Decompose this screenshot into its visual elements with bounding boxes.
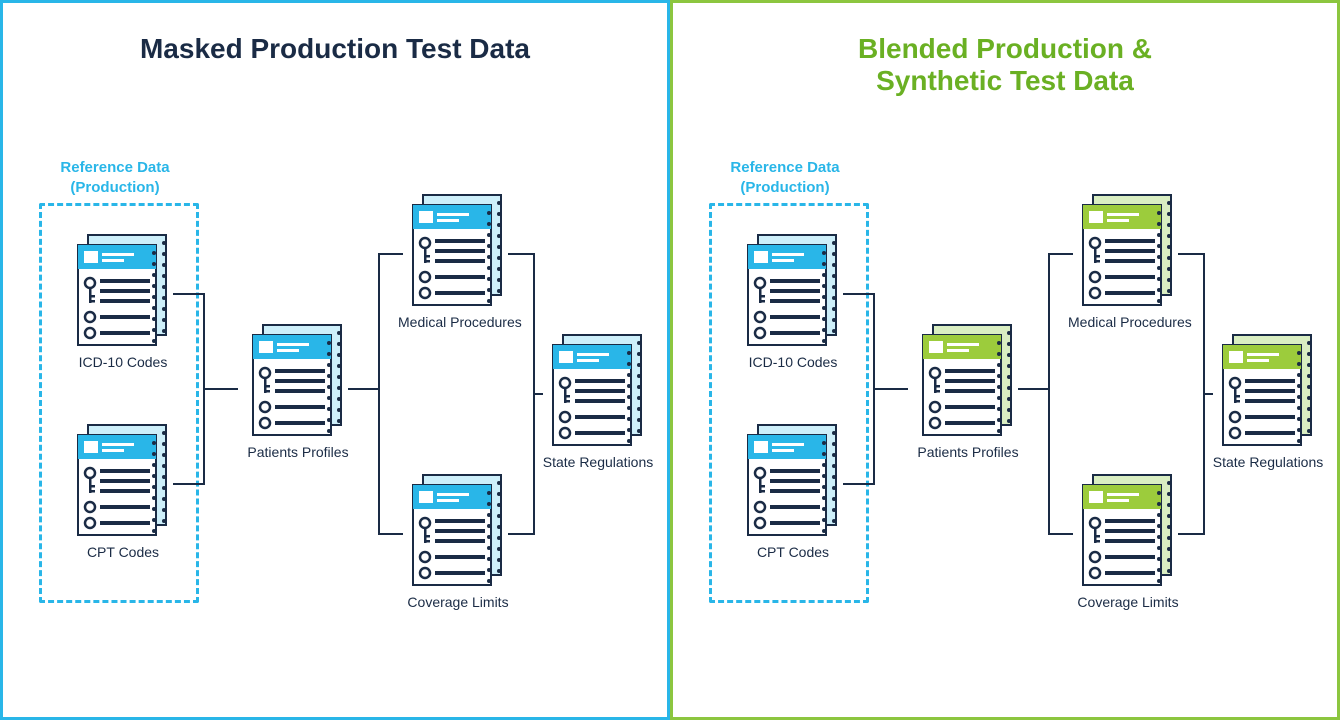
document-icon <box>1068 193 1188 308</box>
node-state-regulations: State Regulations <box>1208 333 1328 470</box>
node-label: Coverage Limits <box>398 594 518 610</box>
panel-title: Blended Production &Synthetic Test Data <box>693 33 1317 97</box>
document-icon <box>398 473 518 588</box>
node-label: Medical Procedures <box>398 314 518 330</box>
reference-data-label: Reference Data(Production) <box>715 158 855 197</box>
node-label: State Regulations <box>538 454 658 470</box>
document-icon <box>1208 333 1328 448</box>
node-icd-10-codes: ICD-10 Codes <box>63 233 183 370</box>
document-icon <box>733 423 853 538</box>
node-label: State Regulations <box>1208 454 1328 470</box>
connector <box>203 388 238 390</box>
document-icon <box>63 233 183 348</box>
node-label: ICD-10 Codes <box>733 354 853 370</box>
document-icon <box>1068 473 1188 588</box>
node-patients-profiles: Patients Profiles <box>908 323 1028 460</box>
node-label: ICD-10 Codes <box>63 354 183 370</box>
node-cpt-codes: CPT Codes <box>63 423 183 560</box>
panel-title: Masked Production Test Data <box>23 33 647 65</box>
node-patients-profiles: Patients Profiles <box>238 323 358 460</box>
document-icon <box>238 323 358 438</box>
connector <box>1048 253 1050 535</box>
document-icon <box>538 333 658 448</box>
node-label: CPT Codes <box>733 544 853 560</box>
connector <box>873 388 908 390</box>
node-label: Patients Profiles <box>238 444 358 460</box>
panel-masked-production: Masked Production Test Data Reference Da… <box>0 0 670 720</box>
node-icd-10-codes: ICD-10 Codes <box>733 233 853 370</box>
connector <box>378 253 380 535</box>
node-coverage-limits: Coverage Limits <box>1068 473 1188 610</box>
node-label: Patients Profiles <box>908 444 1028 460</box>
document-icon <box>908 323 1028 438</box>
document-icon <box>63 423 183 538</box>
node-state-regulations: State Regulations <box>538 333 658 470</box>
document-icon <box>733 233 853 348</box>
panel-blended-synthetic: Blended Production &Synthetic Test Data … <box>670 0 1340 720</box>
node-label: Medical Procedures <box>1068 314 1188 330</box>
node-coverage-limits: Coverage Limits <box>398 473 518 610</box>
node-label: Coverage Limits <box>1068 594 1188 610</box>
node-cpt-codes: CPT Codes <box>733 423 853 560</box>
node-medical-procedures: Medical Procedures <box>398 193 518 330</box>
node-medical-procedures: Medical Procedures <box>1068 193 1188 330</box>
document-icon <box>398 193 518 308</box>
node-label: CPT Codes <box>63 544 183 560</box>
reference-data-label: Reference Data(Production) <box>45 158 185 197</box>
